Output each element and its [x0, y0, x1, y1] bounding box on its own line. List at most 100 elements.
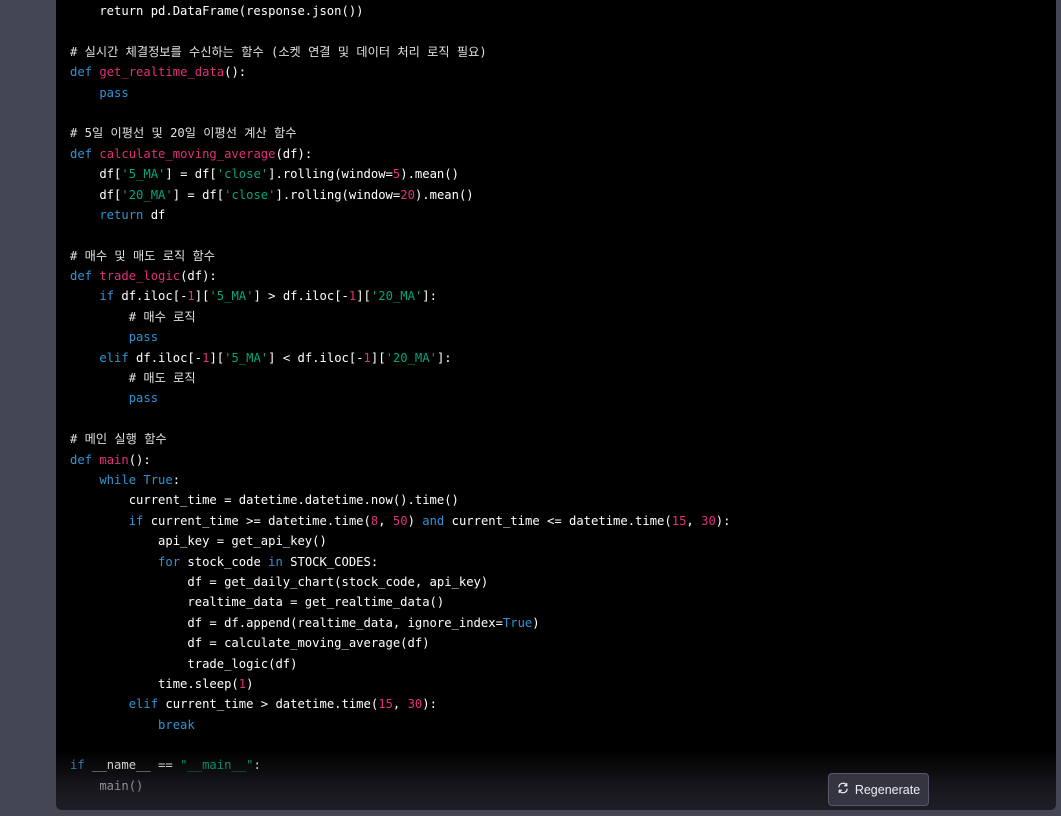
code-token: df = df.append(realtime_data, ignore_ind… [70, 615, 503, 630]
code-token: True [502, 615, 533, 630]
code-line: pass [70, 83, 1056, 103]
code-line: if df.iloc[-1]['5_MA'] > df.iloc[-1]['20… [70, 286, 1056, 306]
code-token: 30 [701, 513, 716, 528]
code-token: current_time = datetime.datetime.now().t… [70, 493, 459, 508]
code-line: elif df.iloc[-1]['5_MA'] < df.iloc[-1]['… [70, 348, 1056, 368]
code-token: time.sleep( [70, 676, 239, 691]
code-line: current_time = datetime.datetime.now().t… [70, 490, 1056, 510]
code-token: current_time > datetime.time( [165, 697, 379, 712]
code-token: in [268, 554, 291, 569]
code-line: break [70, 715, 1056, 735]
regenerate-label: Regenerate [854, 782, 921, 797]
code-token: 1 [238, 676, 247, 691]
code-token: realtime_data = get_realtime_data() [70, 595, 445, 610]
code-line: for stock_code in STOCK_CODES: [70, 552, 1056, 572]
code-line: def get_realtime_data(): [70, 62, 1056, 82]
code-line: # 메인 실행 함수 [70, 429, 1056, 449]
code-token: '20_MA' [121, 187, 173, 202]
code-token: # 실시간 체결정보를 수신하는 함수 (소켓 연결 및 데이터 처리 로직 필… [70, 44, 487, 59]
code-line: df['5_MA'] = df['close'].rolling(window=… [70, 164, 1056, 184]
code-line: pass [70, 327, 1056, 347]
code-token: df.iloc[- [121, 289, 188, 304]
code-line: def main(): [70, 450, 1056, 470]
code-line: api_key = get_api_key() [70, 531, 1056, 551]
code-token: ].rolling(window= [268, 167, 393, 182]
code-token: (df): [275, 146, 313, 161]
code-line: # 매도 로직 [70, 368, 1056, 388]
code-line: while True: [70, 470, 1056, 490]
code-token: ].rolling(window= [275, 187, 401, 202]
code-token: '20_MA' [370, 289, 423, 304]
code-token: pass [70, 85, 129, 100]
code-token: stock_code [187, 554, 269, 569]
code-token: df [150, 207, 166, 222]
code-token: ][ [209, 350, 225, 365]
code-token: ) [246, 676, 254, 691]
code-line: df = calculate_moving_average(df) [70, 633, 1056, 653]
code-token: (df): [180, 269, 217, 284]
code-token: 50 [392, 513, 408, 528]
code-token: 30 [407, 697, 423, 712]
code-token: : [172, 472, 181, 487]
code-token: , [392, 697, 408, 712]
code-token: '20_MA' [385, 350, 437, 365]
code-line: realtime_data = get_realtime_data() [70, 592, 1056, 612]
code-token: pass [70, 330, 159, 345]
code-token: '5_MA' [121, 167, 166, 182]
code-line: if current_time >= datetime.time(8, 50) … [70, 511, 1056, 531]
code-token: and [422, 513, 452, 528]
code-token: ][ [370, 350, 386, 365]
code-token: (): [128, 452, 151, 467]
code-token: ] = df[ [172, 187, 225, 202]
code-token: df[ [70, 187, 122, 202]
code-line: # 매수 및 매도 로직 함수 [70, 246, 1056, 266]
code-token: current_time >= datetime.time( [150, 513, 371, 528]
code-token: ] > df.iloc[- [253, 289, 349, 304]
code-token: trade_logic(df) [70, 656, 298, 671]
code-token: ) [407, 513, 423, 528]
code-token: while [70, 472, 144, 487]
code-token: ][ [194, 289, 210, 304]
code-token: ): [715, 513, 731, 528]
code-token: break [70, 717, 195, 732]
code-line: # 5일 이평선 및 20일 이평선 계산 함수 [70, 123, 1056, 143]
code-token: return pd.DataFrame(response.json()) [70, 4, 364, 18]
code-token: ) [532, 615, 540, 630]
code-token: 'close' [224, 187, 276, 202]
code-token: main [99, 452, 129, 467]
code-token: ): [422, 697, 437, 712]
code-token: pass [70, 391, 159, 406]
code-line: elif current_time > datetime.time(15, 30… [70, 694, 1056, 714]
code-token: main() [70, 778, 144, 793]
code-token: '5_MA' [209, 289, 254, 304]
code-token: : [253, 758, 261, 773]
code-content: return pd.DataFrame(response.json()) # 실… [70, 1, 1056, 796]
code-token: ).mean() [414, 187, 474, 202]
code-token: , [686, 513, 702, 528]
code-line: def calculate_moving_average(df): [70, 144, 1056, 164]
code-token: def [70, 269, 100, 284]
code-token: "__main__" [180, 758, 254, 773]
code-token: ]: [422, 289, 437, 304]
code-token: # 매도 로직 [70, 371, 196, 386]
regenerate-button[interactable]: Regenerate [828, 773, 929, 806]
code-token: df = calculate_moving_average(df) [70, 636, 430, 651]
code-token: 15 [671, 513, 687, 528]
code-block: return pd.DataFrame(response.json()) # 실… [56, 0, 1056, 810]
code-token: # 매수 로직 [70, 309, 196, 324]
code-token: if [70, 513, 151, 528]
code-token: def [70, 452, 100, 467]
code-token: df[ [70, 167, 122, 182]
code-token: ] = df[ [165, 167, 217, 182]
code-token: if [70, 758, 93, 773]
code-token: return [70, 207, 151, 222]
code-line: # 실시간 체결정보를 수신하는 함수 (소켓 연결 및 데이터 처리 로직 필… [70, 42, 1056, 62]
code-token: # 5일 이평선 및 20일 이평선 계산 함수 [70, 126, 297, 141]
code-line: df = get_daily_chart(stock_code, api_key… [70, 572, 1056, 592]
code-line: pass [70, 388, 1056, 408]
code-token: 1 [363, 350, 371, 365]
code-token: calculate_moving_average [99, 146, 276, 161]
